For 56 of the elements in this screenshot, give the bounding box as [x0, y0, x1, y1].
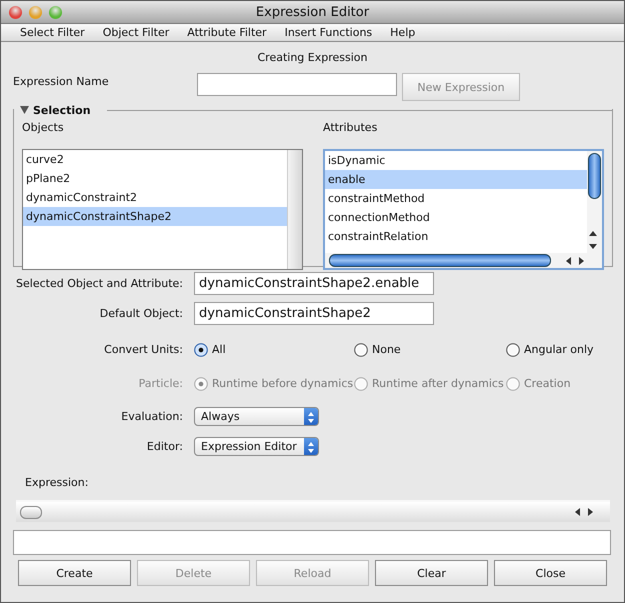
dialog-button[interactable]: Create [18, 560, 131, 586]
object-list[interactable]: curve2 pPlane2 dynamicConstraint2 dynamicConstraintShape2 [22, 149, 303, 270]
menu-item[interactable]: Insert Functions [276, 26, 382, 39]
list-item[interactable]: connectionMethod [325, 208, 587, 227]
list-item[interactable]: curve2 [23, 150, 287, 169]
editor-dropdown[interactable]: Expression Editor [194, 437, 319, 456]
group-title: Selection [33, 104, 91, 116]
list-item[interactable]: dynamicConstraintShape2 [23, 207, 287, 226]
dialog-button[interactable]: Clear [375, 560, 488, 586]
radio-label: None [372, 343, 401, 356]
menu-item[interactable]: Select Filter [11, 26, 94, 39]
disclosure-triangle-icon[interactable] [20, 106, 29, 114]
form-heading: Creating Expression [258, 51, 368, 64]
field-label: Convert Units: [104, 343, 183, 356]
list-label: Attributes [323, 121, 378, 134]
list-item[interactable]: constraintMethod [325, 189, 587, 208]
scroll-thumb[interactable] [588, 153, 601, 199]
radio-label: Runtime before dynamics [212, 377, 354, 390]
list-label: Objects [22, 121, 64, 134]
radio-label: Angular only [524, 343, 594, 356]
menu-item[interactable]: Help [381, 26, 424, 39]
radio-button[interactable] [506, 342, 520, 356]
field-label: Particle: [138, 377, 183, 390]
list-item[interactable]: isDynamic [325, 151, 587, 170]
list-item[interactable]: pPlane2 [23, 169, 287, 188]
field-label: Expression: [25, 476, 88, 489]
field-label: Evaluation: [121, 410, 183, 423]
scroll-thumb[interactable] [329, 254, 551, 267]
field-label: Editor: [146, 440, 183, 453]
window-title: Expression Editor [256, 4, 370, 20]
vertical-scrollbar[interactable] [587, 151, 602, 268]
radio-button[interactable] [194, 342, 208, 356]
scroll-thumb[interactable] [20, 506, 42, 518]
list-item[interactable]: constraintRelation [325, 227, 587, 246]
expression-field[interactable] [13, 530, 611, 555]
field-label: Default Object: [100, 307, 183, 320]
horizontal-scrollbar[interactable] [325, 253, 587, 268]
evaluation-dropdown[interactable]: Always [194, 407, 319, 426]
list-item[interactable]: enable [325, 170, 587, 189]
radio-label: Creation [524, 377, 571, 390]
field-label: Selected Object and Attribute: [16, 277, 183, 290]
field-label: Expression Name [13, 75, 109, 88]
expression-name-field[interactable] [197, 73, 397, 96]
selected-attribute-field[interactable]: dynamicConstraintShape2.enable [194, 272, 434, 295]
radio-label: All [212, 343, 226, 356]
list-item[interactable]: dynamicConstraint2 [23, 188, 287, 207]
radio-button[interactable] [354, 342, 368, 356]
menu-item[interactable]: Object Filter [94, 26, 178, 39]
attribute-list[interactable]: isDynamic enable constraintMethod connectionMethod constraintRelation [323, 149, 604, 270]
radio-label: Runtime after dynamics [372, 377, 504, 390]
dialog-button[interactable]: Close [494, 560, 607, 586]
vertical-scrollbar[interactable] [287, 150, 302, 269]
default-object-field[interactable]: dynamicConstraintShape2 [194, 302, 434, 325]
horizontal-scrollbar[interactable] [16, 500, 610, 522]
window-control-icon[interactable] [9, 6, 22, 18]
menu-item[interactable]: Attribute Filter [178, 26, 276, 39]
